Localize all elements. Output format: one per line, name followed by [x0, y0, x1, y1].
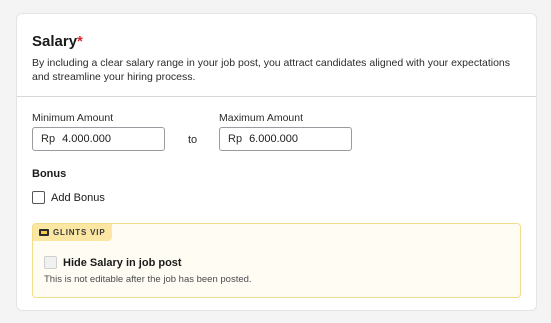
vip-badge-label: GLINTS VIP: [53, 228, 106, 237]
vip-ticket-icon: [39, 229, 49, 236]
hide-salary-checkbox: [44, 256, 57, 269]
maximum-amount-label: Maximum Amount: [219, 112, 304, 124]
salary-description: By including a clear salary range in you…: [32, 57, 511, 83]
salary-card: Salary* By including a clear salary rang…: [16, 13, 537, 311]
hide-salary-note: This is not editable after the job has b…: [44, 274, 252, 285]
hide-salary-option: Hide Salary in job post: [44, 256, 182, 269]
add-bonus-option[interactable]: Add Bonus: [32, 191, 105, 204]
maximum-amount-input[interactable]: Rp 6.000.000: [219, 127, 352, 151]
range-separator: to: [188, 134, 198, 146]
bonus-label: Bonus: [32, 168, 67, 180]
vip-badge: GLINTS VIP: [33, 224, 113, 241]
maximum-amount-value: 6.000.000: [249, 133, 298, 145]
minimum-currency-prefix: Rp: [41, 133, 56, 145]
minimum-amount-input[interactable]: Rp 4.000.000: [32, 127, 165, 151]
minimum-amount-value: 4.000.000: [62, 133, 111, 145]
salary-header: Salary* By including a clear salary rang…: [17, 14, 536, 97]
maximum-currency-prefix: Rp: [228, 133, 243, 145]
salary-title: Salary*: [32, 33, 83, 50]
add-bonus-label[interactable]: Add Bonus: [51, 192, 105, 204]
vip-feature-box: GLINTS VIP Hide Salary in job post This …: [32, 223, 521, 298]
minimum-amount-label: Minimum Amount: [32, 112, 114, 124]
hide-salary-label: Hide Salary in job post: [63, 256, 182, 269]
add-bonus-checkbox[interactable]: [32, 191, 45, 204]
required-mark: *: [77, 33, 83, 50]
